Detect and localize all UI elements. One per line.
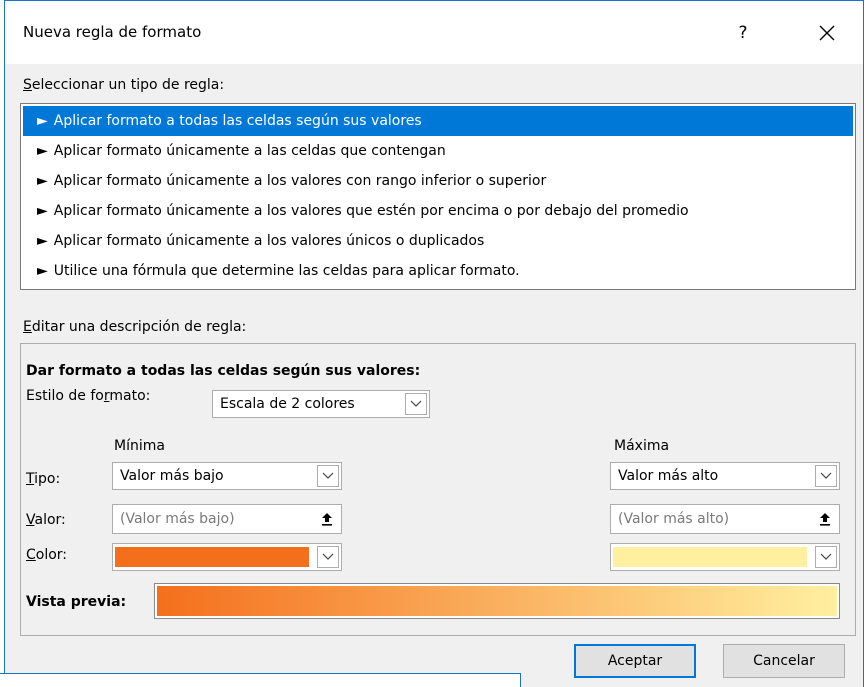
rule-type-item[interactable]: ► Aplicar formato únicamente a las celdas…: [23, 136, 853, 166]
chevron-down-icon[interactable]: [317, 546, 339, 568]
new-format-rule-dialog: Nueva regla de formato ? Seleccionar un …: [4, 0, 864, 687]
min-color-swatch: [115, 547, 309, 567]
preview-label: Vista previa:: [26, 594, 127, 610]
arrow-bullet-icon: ►: [37, 113, 48, 129]
min-color-picker[interactable]: [112, 543, 342, 571]
upload-arrow-icon: [322, 513, 332, 526]
collapse-dialog-button[interactable]: [314, 506, 340, 532]
color-label: Color:: [26, 547, 68, 563]
close-button[interactable]: [811, 17, 843, 49]
rule-type-item[interactable]: ► Aplicar formato únicamente a los valore…: [23, 196, 853, 226]
rule-description-panel: Dar formato a todas las celdas según sus…: [20, 343, 856, 636]
arrow-bullet-icon: ►: [37, 173, 48, 189]
upload-arrow-icon: [820, 513, 830, 526]
max-value-input[interactable]: (Valor más alto): [610, 504, 840, 534]
ok-button[interactable]: Aceptar: [574, 644, 696, 678]
value-label: Valor:: [26, 512, 66, 528]
chevron-down-icon[interactable]: [405, 393, 427, 415]
rule-description-label: Editar una descripción de regla:: [23, 319, 247, 335]
max-type-select[interactable]: Valor más alto: [610, 462, 840, 490]
dialog-title: Nueva regla de formato: [23, 23, 202, 41]
help-icon: ?: [738, 23, 748, 43]
max-color-picker[interactable]: [610, 543, 840, 571]
rule-type-label: Seleccionar un tipo de regla:: [23, 77, 225, 93]
help-button[interactable]: ?: [731, 19, 755, 47]
arrow-bullet-icon: ►: [37, 233, 48, 249]
close-icon: [819, 25, 835, 41]
chevron-down-icon[interactable]: [815, 546, 837, 568]
rule-type-item-label: Aplicar formato únicamente a las celdas …: [53, 143, 446, 159]
maximum-header: Máxima: [614, 438, 670, 454]
rule-type-item[interactable]: ► Aplicar formato únicamente a los valore…: [23, 166, 853, 196]
rule-type-item-label: Aplicar formato a todas las celdas según…: [53, 113, 422, 129]
cancel-button[interactable]: Cancelar: [723, 644, 845, 678]
arrow-bullet-icon: ►: [37, 263, 48, 279]
chevron-down-icon[interactable]: [815, 465, 837, 487]
rule-type-item[interactable]: ► Aplicar formato a todas las celdas segú…: [23, 106, 853, 136]
arrow-bullet-icon: ►: [37, 143, 48, 159]
background-window-edge: [0, 673, 521, 687]
min-type-select[interactable]: Valor más bajo: [112, 462, 342, 490]
format-style-label: Estilo de formato:: [26, 388, 151, 404]
type-label: Tipo:: [26, 471, 61, 487]
max-color-swatch: [613, 547, 807, 567]
chevron-down-icon[interactable]: [317, 465, 339, 487]
preview-gradient: [154, 583, 840, 619]
minimum-header: Mínima: [114, 438, 165, 454]
rule-type-item[interactable]: ► Utilice una fórmula que determine las c…: [23, 256, 853, 286]
rule-type-list[interactable]: ► Aplicar formato a todas las celdas segú…: [20, 103, 856, 290]
rule-type-item-label: Aplicar formato únicamente a los valores…: [53, 203, 689, 219]
preview-fill: [157, 586, 837, 616]
min-value-input[interactable]: (Valor más bajo): [112, 504, 342, 534]
rule-type-item[interactable]: ► Aplicar formato únicamente a los valore…: [23, 226, 853, 256]
description-heading: Dar formato a todas las celdas según sus…: [26, 363, 421, 379]
rule-type-item-label: Aplicar formato únicamente a los valores…: [53, 173, 547, 189]
arrow-bullet-icon: ►: [37, 203, 48, 219]
rule-type-item-label: Aplicar formato únicamente a los valores…: [53, 233, 485, 249]
format-style-select[interactable]: Escala de 2 colores: [212, 390, 430, 418]
rule-type-item-label: Utilice una fórmula que determine las ce…: [53, 263, 520, 279]
title-bar: Nueva regla de formato ?: [5, 1, 863, 64]
collapse-dialog-button[interactable]: [812, 506, 838, 532]
